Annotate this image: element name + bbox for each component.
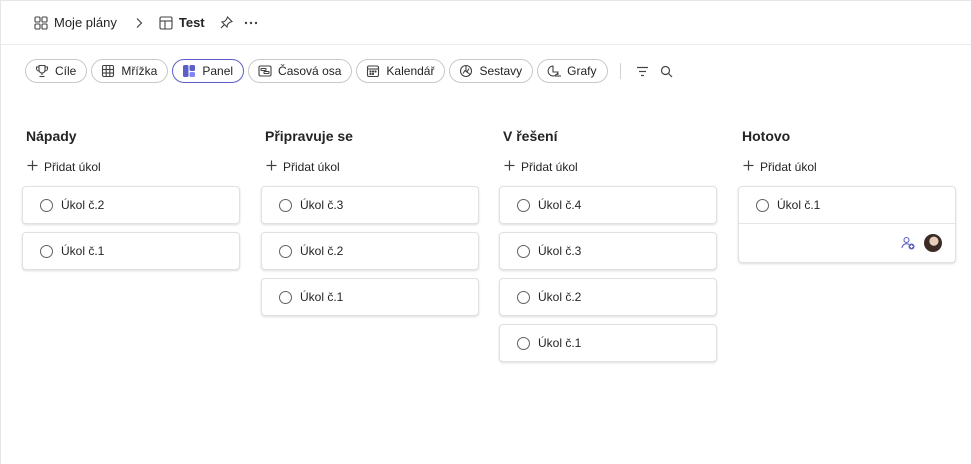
complete-task-checkbox[interactable] (40, 244, 53, 258)
add-task-button[interactable]: Přidat úkol (261, 158, 481, 176)
add-task-button[interactable]: Přidat úkol (22, 158, 242, 176)
chevron-right-icon (135, 17, 143, 29)
view-tab-charts[interactable]: Grafy (537, 59, 608, 83)
task-title: Úkol č.1 (300, 290, 344, 304)
task-title: Úkol č.1 (61, 244, 105, 258)
add-task-button[interactable]: Přidat úkol (499, 158, 719, 176)
task-card[interactable]: Úkol č.1 (499, 324, 717, 362)
board-icon (182, 64, 196, 78)
view-tab-label: Panel (202, 64, 234, 78)
view-tab-label: Sestavy (479, 64, 523, 78)
add-task-label: Přidat úkol (44, 160, 101, 174)
add-task-label: Přidat úkol (521, 160, 578, 174)
search-icon[interactable] (657, 61, 677, 81)
bucket-title: Připravuje se (265, 128, 353, 144)
timeline-icon (258, 64, 272, 78)
plan-header: Moje plány Test (1, 1, 971, 45)
assign-person-icon[interactable] (900, 235, 916, 251)
bucket-column: Nápady Přidat úkol Úkol č.2 Úkol č.1 (22, 128, 242, 278)
view-tab-board[interactable]: Panel (172, 59, 245, 83)
task-card[interactable]: Úkol č.4 (499, 186, 717, 224)
task-title: Úkol č.2 (61, 198, 105, 212)
bucket-column: V řešení Přidat úkol Úkol č.4 Úkol č.3 Ú… (499, 128, 719, 370)
task-card[interactable]: Úkol č.2 (22, 186, 240, 224)
bucket-title: Hotovo (742, 128, 791, 144)
task-card[interactable]: Úkol č.3 (499, 232, 717, 270)
bucket-column: Hotovo Přidat úkol Úkol č.1 (738, 128, 958, 271)
task-card[interactable]: Úkol č.1 (22, 232, 240, 270)
more-icon[interactable] (241, 13, 261, 33)
complete-task-checkbox[interactable] (517, 244, 530, 258)
breadcrumb-parent-link[interactable]: Moje plány (54, 15, 117, 30)
view-tab-reports[interactable]: Sestavy (449, 59, 534, 83)
grid-apps-icon (34, 15, 48, 30)
task-card[interactable]: Úkol č.1 (261, 278, 479, 316)
bucket-title: Nápady (26, 128, 77, 144)
view-tab-label: Grafy (567, 64, 597, 78)
pin-icon[interactable] (217, 13, 237, 33)
breadcrumb: Moje plány Test (34, 15, 205, 30)
task-title: Úkol č.1 (538, 336, 582, 350)
view-tab-goals[interactable]: Cíle (25, 59, 88, 83)
avatar[interactable] (924, 234, 942, 252)
task-title: Úkol č.3 (538, 244, 582, 258)
plus-icon (266, 160, 277, 174)
view-switcher: Cíle Mřížka Panel Časová osa Kalendář Se… (25, 59, 681, 83)
complete-task-checkbox[interactable] (756, 198, 769, 212)
task-title: Úkol č.1 (777, 198, 821, 212)
filter-icon[interactable] (633, 61, 653, 81)
plus-icon (27, 160, 38, 174)
task-list: Úkol č.3 Úkol č.2 Úkol č.1 (261, 186, 481, 316)
complete-task-checkbox[interactable] (517, 336, 530, 350)
board-icon (159, 15, 173, 30)
view-tab-calendar[interactable]: Kalendář (356, 59, 446, 83)
add-task-label: Přidat úkol (760, 160, 817, 174)
view-tab-grid[interactable]: Mřížka (91, 59, 169, 83)
task-card-footer (739, 223, 955, 262)
task-title: Úkol č.4 (538, 198, 582, 212)
complete-task-checkbox[interactable] (517, 290, 530, 304)
plus-icon (504, 160, 515, 174)
complete-task-checkbox[interactable] (517, 198, 530, 212)
task-title: Úkol č.2 (300, 244, 344, 258)
people-chart-icon (547, 64, 561, 78)
view-tab-label: Časová osa (278, 64, 342, 78)
task-list: Úkol č.4 Úkol č.3 Úkol č.2 Úkol č.1 (499, 186, 719, 362)
task-card[interactable]: Úkol č.1 (738, 186, 956, 263)
chart-icon (459, 64, 473, 78)
complete-task-checkbox[interactable] (40, 198, 53, 212)
complete-task-checkbox[interactable] (279, 290, 292, 304)
bucket-title: V řešení (503, 128, 558, 144)
task-card[interactable]: Úkol č.2 (261, 232, 479, 270)
task-title: Úkol č.3 (300, 198, 344, 212)
task-card[interactable]: Úkol č.2 (499, 278, 717, 316)
table-icon (101, 64, 115, 78)
view-tab-label: Kalendář (386, 64, 435, 78)
plan-title: Test (178, 15, 205, 30)
add-task-label: Přidat úkol (283, 160, 340, 174)
task-list: Úkol č.1 (738, 186, 958, 263)
view-tab-label: Cíle (55, 64, 77, 78)
bucket-column: Připravuje se Přidat úkol Úkol č.3 Úkol … (261, 128, 481, 324)
calendar-icon (366, 64, 380, 78)
trophy-icon (35, 64, 49, 78)
task-list: Úkol č.2 Úkol č.1 (22, 186, 242, 270)
add-task-button[interactable]: Přidat úkol (738, 158, 958, 176)
task-title: Úkol č.2 (538, 290, 582, 304)
view-tab-timeline[interactable]: Časová osa (248, 59, 353, 83)
toolbar-divider (619, 63, 621, 79)
view-tab-label: Mřížka (121, 64, 158, 78)
complete-task-checkbox[interactable] (279, 244, 292, 258)
plus-icon (743, 160, 754, 174)
task-card[interactable]: Úkol č.3 (261, 186, 479, 224)
complete-task-checkbox[interactable] (279, 198, 292, 212)
